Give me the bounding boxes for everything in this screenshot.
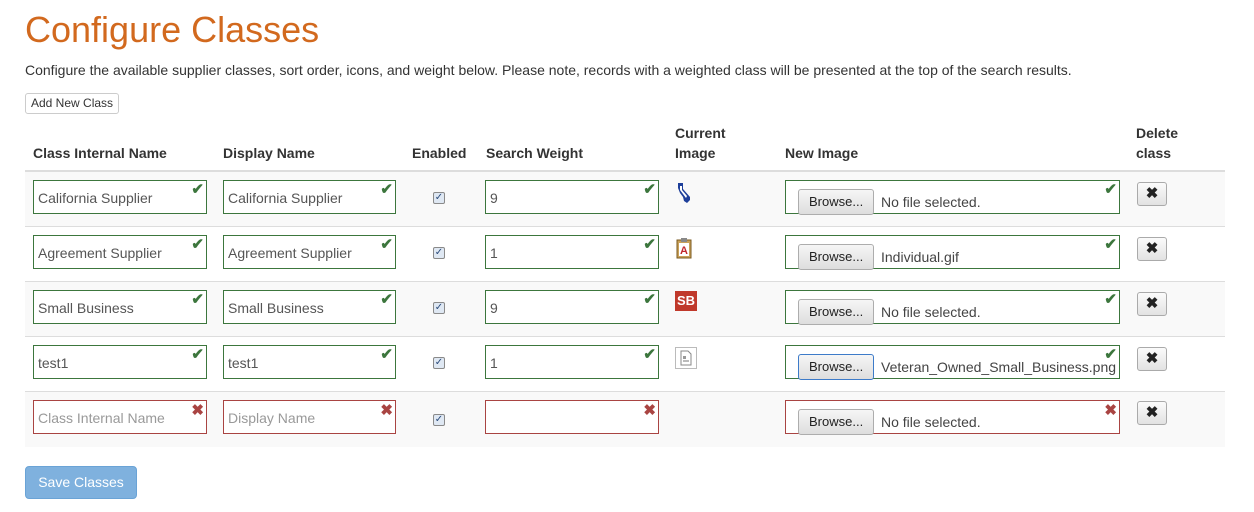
header-delete-line1: Delete <box>1136 125 1179 141</box>
browse-button[interactable]: Browse... <box>798 244 874 270</box>
valid-check-icon: ✔ <box>643 346 656 363</box>
sb-badge-icon: SB <box>675 291 697 311</box>
display-name-value: California Supplier <box>228 190 343 206</box>
enabled-checkbox[interactable]: ✓ <box>433 357 445 369</box>
header-class-internal-name: Class Internal Name <box>33 145 167 161</box>
display-name-placeholder: Display Name <box>228 410 316 426</box>
valid-check-icon: ✔ <box>1104 181 1117 198</box>
internal-name-input[interactable]: test1 ✔ <box>33 345 207 379</box>
delete-class-button[interactable]: ✖ <box>1137 292 1167 316</box>
new-image-file-input[interactable]: Browse... No file selected. ✔ <box>785 180 1120 215</box>
valid-check-icon: ✔ <box>191 346 204 363</box>
valid-check-icon: ✔ <box>380 236 393 253</box>
valid-check-icon: ✔ <box>643 291 656 308</box>
table-row: Small Business ✔ Small Business ✔ ✓ 9 ✔ … <box>25 282 1225 337</box>
invalid-x-icon: ✖ <box>380 402 393 419</box>
browse-button[interactable]: Browse... <box>798 189 874 215</box>
enabled-checkbox[interactable]: ✓ <box>433 247 445 259</box>
valid-check-icon: ✔ <box>191 236 204 253</box>
search-weight-value: 1 <box>490 245 498 261</box>
internal-name-input[interactable]: Small Business ✔ <box>33 290 207 324</box>
header-delete-line2: class <box>1136 145 1172 161</box>
save-classes-button[interactable]: Save Classes <box>25 466 137 499</box>
internal-name-value: Agreement Supplier <box>38 245 162 261</box>
display-name-value: test1 <box>228 355 259 371</box>
file-name-text: Veteran_Owned_Small_Business.png <box>881 359 1117 375</box>
header-current-image: Current Image <box>675 123 726 163</box>
valid-check-icon: ✔ <box>380 291 393 308</box>
enabled-checkbox[interactable]: ✓ <box>433 414 445 426</box>
valid-check-icon: ✔ <box>380 346 393 363</box>
valid-check-icon: ✔ <box>1104 346 1117 363</box>
search-weight-input[interactable]: 1 ✔ <box>485 345 659 379</box>
display-name-value: Agreement Supplier <box>228 245 352 261</box>
table-row: California Supplier ✔ California Supplie… <box>25 172 1225 227</box>
delete-class-button[interactable]: ✖ <box>1137 401 1167 425</box>
svg-text:A: A <box>680 245 688 257</box>
new-image-file-input[interactable]: Browse... No file selected. ✖ <box>785 400 1120 435</box>
page-description: Configure the available supplier classes… <box>25 62 1072 78</box>
internal-name-placeholder: Class Internal Name <box>38 410 165 426</box>
valid-check-icon: ✔ <box>191 291 204 308</box>
search-weight-value: 9 <box>490 300 498 316</box>
valid-check-icon: ✔ <box>643 181 656 198</box>
internal-name-value: California Supplier <box>38 190 153 206</box>
invalid-x-icon: ✖ <box>191 402 204 419</box>
display-name-input[interactable]: Agreement Supplier ✔ <box>223 235 396 269</box>
internal-name-input[interactable]: Class Internal Name ✖ <box>33 400 207 434</box>
browse-button[interactable]: Browse... <box>798 299 874 325</box>
delete-class-button[interactable]: ✖ <box>1137 237 1167 261</box>
internal-name-value: test1 <box>38 355 69 371</box>
valid-check-icon: ✔ <box>380 181 393 198</box>
valid-check-icon: ✔ <box>1104 291 1117 308</box>
table-row: test1 ✔ test1 ✔ ✓ 1 ✔ Browse... Veteran_… <box>25 337 1225 392</box>
search-weight-input[interactable]: 1 ✔ <box>485 235 659 269</box>
valid-check-icon: ✔ <box>191 181 204 198</box>
search-weight-input[interactable]: 9 ✔ <box>485 290 659 324</box>
header-search-weight: Search Weight <box>486 145 583 161</box>
search-weight-input[interactable]: 9 ✔ <box>485 180 659 214</box>
search-weight-input[interactable]: ✖ <box>485 400 659 434</box>
browse-button[interactable]: Browse... <box>798 409 874 435</box>
new-image-file-input[interactable]: Browse... Individual.gif ✔ <box>785 235 1120 270</box>
display-name-input[interactable]: test1 ✔ <box>223 345 396 379</box>
display-name-value: Small Business <box>228 300 324 316</box>
valid-check-icon: ✔ <box>1104 236 1117 253</box>
new-image-file-input[interactable]: Browse... Veteran_Owned_Small_Business.p… <box>785 345 1120 380</box>
file-name-text: Individual.gif <box>881 249 959 265</box>
delete-class-button[interactable]: ✖ <box>1137 182 1167 206</box>
header-current-image-line1: Current <box>675 125 726 141</box>
enabled-checkbox[interactable]: ✓ <box>433 302 445 314</box>
search-weight-value: 1 <box>490 355 498 371</box>
header-delete-class: Delete class <box>1136 123 1178 163</box>
clipboard-a-icon: A <box>675 237 693 264</box>
search-weight-value: 9 <box>490 190 498 206</box>
display-name-input[interactable]: California Supplier ✔ <box>223 180 396 214</box>
header-new-image: New Image <box>785 145 859 161</box>
header-enabled: Enabled <box>412 145 467 161</box>
display-name-input[interactable]: Display Name ✖ <box>223 400 396 434</box>
delete-class-button[interactable]: ✖ <box>1137 347 1167 371</box>
add-new-class-button[interactable]: Add New Class <box>25 93 120 114</box>
file-name-text: No file selected. <box>881 304 981 320</box>
internal-name-input[interactable]: California Supplier ✔ <box>33 180 207 214</box>
file-name-text: No file selected. <box>881 194 981 210</box>
header-display-name: Display Name <box>223 145 315 161</box>
broken-image-icon <box>675 347 697 374</box>
internal-name-input[interactable]: Agreement Supplier ✔ <box>33 235 207 269</box>
page-title: Configure Classes <box>25 9 320 50</box>
invalid-x-icon: ✖ <box>643 402 656 419</box>
display-name-input[interactable]: Small Business ✔ <box>223 290 396 324</box>
browse-button[interactable]: Browse... <box>798 354 874 380</box>
new-image-file-input[interactable]: Browse... No file selected. ✔ <box>785 290 1120 325</box>
table-row: Agreement Supplier ✔ Agreement Supplier … <box>25 227 1225 282</box>
valid-check-icon: ✔ <box>643 236 656 253</box>
california-state-icon <box>675 182 695 209</box>
invalid-x-icon: ✖ <box>1104 402 1117 419</box>
internal-name-value: Small Business <box>38 300 134 316</box>
header-current-image-line2: Image <box>675 145 716 161</box>
enabled-checkbox[interactable]: ✓ <box>433 192 445 204</box>
table-row: Class Internal Name ✖ Display Name ✖ ✓ ✖… <box>25 392 1225 447</box>
file-name-text: No file selected. <box>881 414 981 430</box>
